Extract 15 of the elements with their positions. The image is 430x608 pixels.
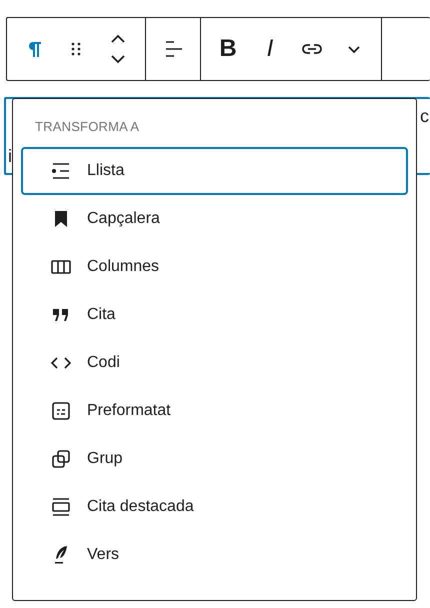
menu-item[interactable]: Columnes xyxy=(21,242,408,290)
menu-item[interactable]: Grup xyxy=(21,434,408,482)
paragraph-text: c xyxy=(420,105,429,128)
menu-item[interactable]: Capçalera xyxy=(21,194,408,242)
paragraph-text: i xyxy=(8,145,12,168)
menu-heading: TRANSFORMA A xyxy=(34,118,140,136)
menu-item[interactable]: Cita destacada xyxy=(21,482,408,530)
menu-item[interactable]: Llista xyxy=(21,146,408,194)
bold-button[interactable]: B xyxy=(207,25,249,73)
menu-item[interactable]: Cita xyxy=(21,290,408,338)
menu-item[interactable]: Preformatat xyxy=(21,386,408,434)
menu-item[interactable]: Vers xyxy=(21,530,408,578)
italic-button[interactable]: I xyxy=(249,25,291,73)
menu-item[interactable]: Codi xyxy=(21,338,408,386)
chevron-down-icon xyxy=(348,46,360,52)
